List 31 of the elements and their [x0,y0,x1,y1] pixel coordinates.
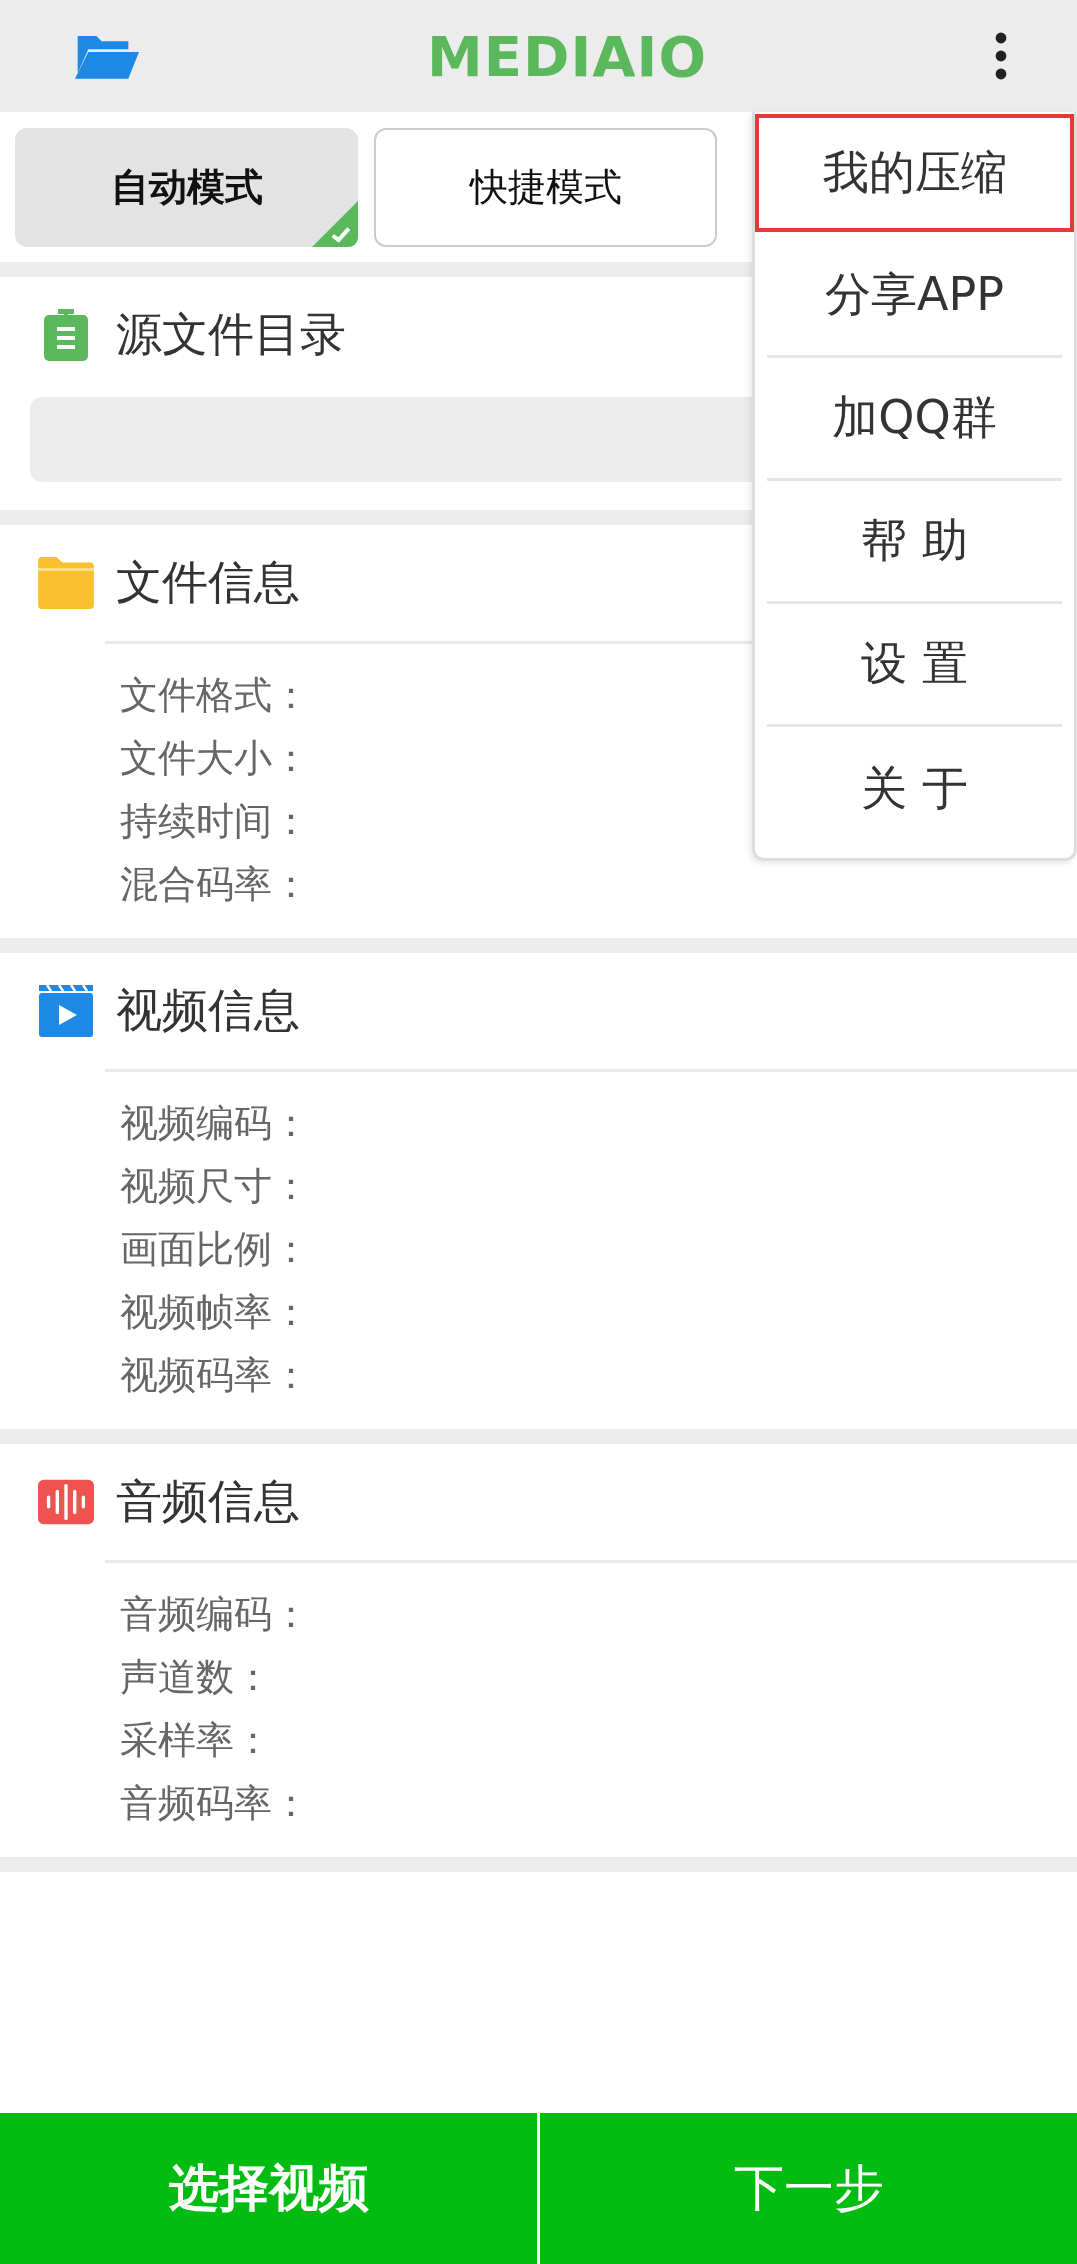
menu-item[interactable]: 分享APP [767,235,1062,358]
folder-icon [38,557,94,609]
info-label: 文件格式： [120,672,310,719]
mode-tab[interactable]: 自动模式 [15,128,358,247]
info-label: 文件大小： [120,735,310,782]
menu-item[interactable]: 我的压缩 [755,114,1074,232]
info-label: 声道数： [120,1654,272,1701]
section-title: 视频信息 [116,982,300,1039]
info-label: 视频码率： [120,1352,310,1399]
info-label: 音频码率： [120,1780,310,1827]
info-label: 混合码率： [120,861,310,908]
menu-item[interactable]: 设 置 [767,604,1062,727]
info-label: 视频尺寸： [120,1163,310,1210]
info-label: 音频编码： [120,1591,310,1638]
info-label: 采样率： [120,1717,272,1764]
menu-item[interactable]: 加QQ群 [767,358,1062,481]
info-label: 持续时间： [120,798,310,845]
info-label: 视频帧率： [120,1289,310,1336]
app-logo: MEDIAIO [426,23,708,89]
section-title: 文件信息 [116,554,300,611]
check-corner-icon [312,201,358,247]
folder-icon[interactable] [75,33,139,79]
more-menu-icon[interactable] [995,32,1007,80]
info-label: 视频编码： [120,1100,310,1147]
menu-item[interactable]: 帮 助 [767,481,1062,604]
section-title: 音频信息 [116,1473,300,1530]
section-title: 源文件目录 [116,306,346,363]
menu-item[interactable]: 关 于 [767,727,1062,850]
video-clapper-icon [38,985,94,1037]
mode-tab[interactable]: 快捷模式 [374,128,717,247]
info-label: 画面比例： [120,1226,310,1273]
